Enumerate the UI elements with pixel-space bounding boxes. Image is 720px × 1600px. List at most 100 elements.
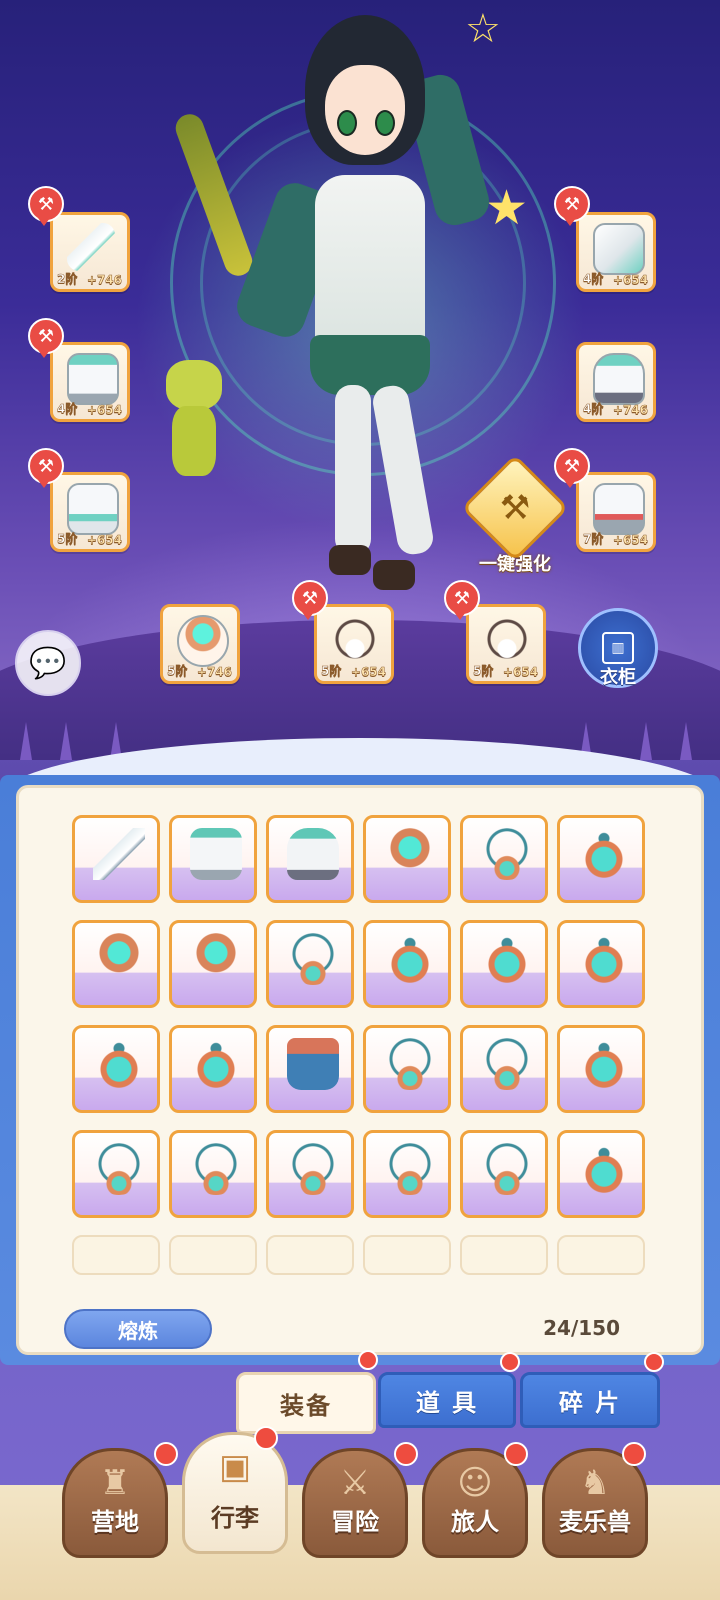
equip-slot-ring[interactable]: 5阶 +746 — [160, 604, 240, 684]
inventory-item[interactable] — [460, 1130, 548, 1218]
tab-fragments[interactable]: 碎 片 — [520, 1372, 660, 1428]
inventory-item[interactable] — [557, 1025, 645, 1113]
castle-icon: ♜ — [99, 1463, 131, 1503]
pants-item-icon — [287, 1038, 339, 1090]
tab-label: 碎 片 — [558, 1388, 622, 1417]
inventory-item[interactable] — [169, 815, 257, 903]
nav-label: 旅人 — [451, 1508, 499, 1536]
equip-slot-weapon[interactable]: 2阶 +746 — [50, 212, 130, 292]
inventory-item[interactable] — [557, 920, 645, 1008]
equip-slot-armor[interactable]: 4阶 +654 — [50, 342, 130, 422]
chat-button[interactable]: 💬 — [15, 630, 81, 696]
necklace-item-icon — [481, 1143, 533, 1195]
notification-dot — [500, 1352, 520, 1372]
bonus-label: +746 — [612, 403, 649, 418]
inventory-item[interactable] — [557, 815, 645, 903]
glove-gear-icon — [593, 353, 645, 405]
inventory-empty-slot[interactable] — [169, 1235, 257, 1275]
inventory-item[interactable] — [266, 1130, 354, 1218]
inventory-item[interactable] — [169, 920, 257, 1008]
inventory-empty-slot[interactable] — [266, 1235, 354, 1275]
inventory-item[interactable] — [169, 1025, 257, 1113]
equip-slot-helmet[interactable]: 4阶 +654 — [576, 212, 656, 292]
inventory-item[interactable] — [460, 920, 548, 1008]
necklace-item-icon — [384, 1038, 436, 1090]
notification-dot — [504, 1442, 528, 1466]
inventory-item[interactable] — [72, 1130, 160, 1218]
chest-icon: ▣ — [218, 1447, 252, 1487]
armor-item-icon — [190, 828, 242, 880]
inventory-item[interactable] — [460, 815, 548, 903]
belt-gear-icon — [67, 483, 119, 535]
boots-gear-icon — [593, 483, 645, 535]
inventory-empty-slot[interactable] — [557, 1235, 645, 1275]
tier-label: 5阶 — [321, 664, 342, 679]
inventory-item[interactable] — [72, 815, 160, 903]
inventory-item[interactable] — [169, 1130, 257, 1218]
inventory-item[interactable] — [266, 815, 354, 903]
necklace-item-icon — [287, 1143, 339, 1195]
hammer-icon[interactable]: ⚒ — [28, 186, 64, 226]
necklace-item-icon — [481, 1038, 533, 1090]
amulet-item-icon — [384, 933, 436, 985]
inventory-empty-slot[interactable] — [72, 1235, 160, 1275]
smelt-button[interactable]: 熔炼 — [64, 1309, 212, 1349]
inventory-empty-slot[interactable] — [460, 1235, 548, 1275]
one-key-enhance-button[interactable]: ⚒ 一键强化 — [455, 454, 575, 580]
inventory-item[interactable] — [460, 1025, 548, 1113]
tab-equipment[interactable]: 装备 — [236, 1372, 376, 1434]
bonus-label: +654 — [350, 665, 387, 680]
pet-icon: ♞ — [579, 1463, 611, 1503]
inventory-item[interactable] — [363, 815, 451, 903]
inventory-item[interactable] — [266, 1025, 354, 1113]
inventory-empty-slot[interactable] — [363, 1235, 451, 1275]
grass — [680, 722, 692, 760]
equip-slot-boots[interactable]: 7阶 +654 — [576, 472, 656, 552]
amulet-item-icon — [578, 1143, 630, 1195]
tab-items[interactable]: 道 具 — [378, 1372, 516, 1428]
traveler-icon: ☺ — [457, 1463, 493, 1503]
hammer-icon[interactable]: ⚒ — [28, 448, 64, 488]
inventory-item[interactable] — [363, 1130, 451, 1218]
hammer-icon[interactable]: ⚒ — [444, 580, 480, 620]
equip-slot-gloves[interactable]: 4阶 +746 — [576, 342, 656, 422]
necklace-gear-icon — [483, 615, 531, 663]
grass — [20, 722, 32, 760]
inventory-item[interactable] — [557, 1130, 645, 1218]
inventory-item[interactable] — [72, 920, 160, 1008]
wardrobe-button[interactable]: ▥ 衣柜 — [578, 608, 658, 688]
hammer-up-icon: ⚒ — [461, 454, 569, 562]
inventory-item[interactable] — [363, 1025, 451, 1113]
nav-adventure[interactable]: ⚔ 冒险 — [302, 1448, 408, 1558]
inventory-item[interactable] — [266, 920, 354, 1008]
amulet-item-icon — [190, 1038, 242, 1090]
nav-label: 麦乐兽 — [559, 1508, 631, 1536]
bonus-label: +654 — [86, 403, 123, 418]
necklace-gear-icon — [331, 615, 379, 663]
tier-label: 5阶 — [57, 532, 78, 547]
nav-camp[interactable]: ♜ 营地 — [62, 1448, 168, 1558]
hammer-icon[interactable]: ⚒ — [28, 318, 64, 358]
bonus-label: +654 — [86, 533, 123, 548]
hammer-icon[interactable]: ⚒ — [292, 580, 328, 620]
armor-gear-icon — [67, 353, 119, 405]
inventory-item[interactable] — [363, 920, 451, 1008]
bonus-label: +654 — [502, 665, 539, 680]
tier-label: 4阶 — [583, 402, 604, 417]
inventory-item[interactable] — [72, 1025, 160, 1113]
wardrobe-icon: ▥ — [602, 632, 634, 664]
tier-label: 2阶 — [57, 272, 78, 287]
tab-label: 道 具 — [415, 1388, 479, 1417]
ring-item-icon — [93, 933, 145, 985]
equip-slot-necklace-1[interactable]: 5阶 +654 — [314, 604, 394, 684]
nav-luggage[interactable]: ▣ 行李 — [182, 1432, 288, 1554]
equip-slot-belt[interactable]: 5阶 +654 — [50, 472, 130, 552]
equip-slot-necklace-2[interactable]: 5阶 +654 — [466, 604, 546, 684]
helmet-gear-icon — [593, 223, 645, 275]
glove-item-icon — [287, 828, 339, 880]
hammer-icon[interactable]: ⚒ — [554, 186, 590, 226]
chat-bubble-icon: 💬 — [29, 645, 67, 681]
crossed-swords-icon: ⚔ — [339, 1463, 371, 1503]
amulet-item-icon — [93, 1038, 145, 1090]
notification-dot — [644, 1352, 664, 1372]
